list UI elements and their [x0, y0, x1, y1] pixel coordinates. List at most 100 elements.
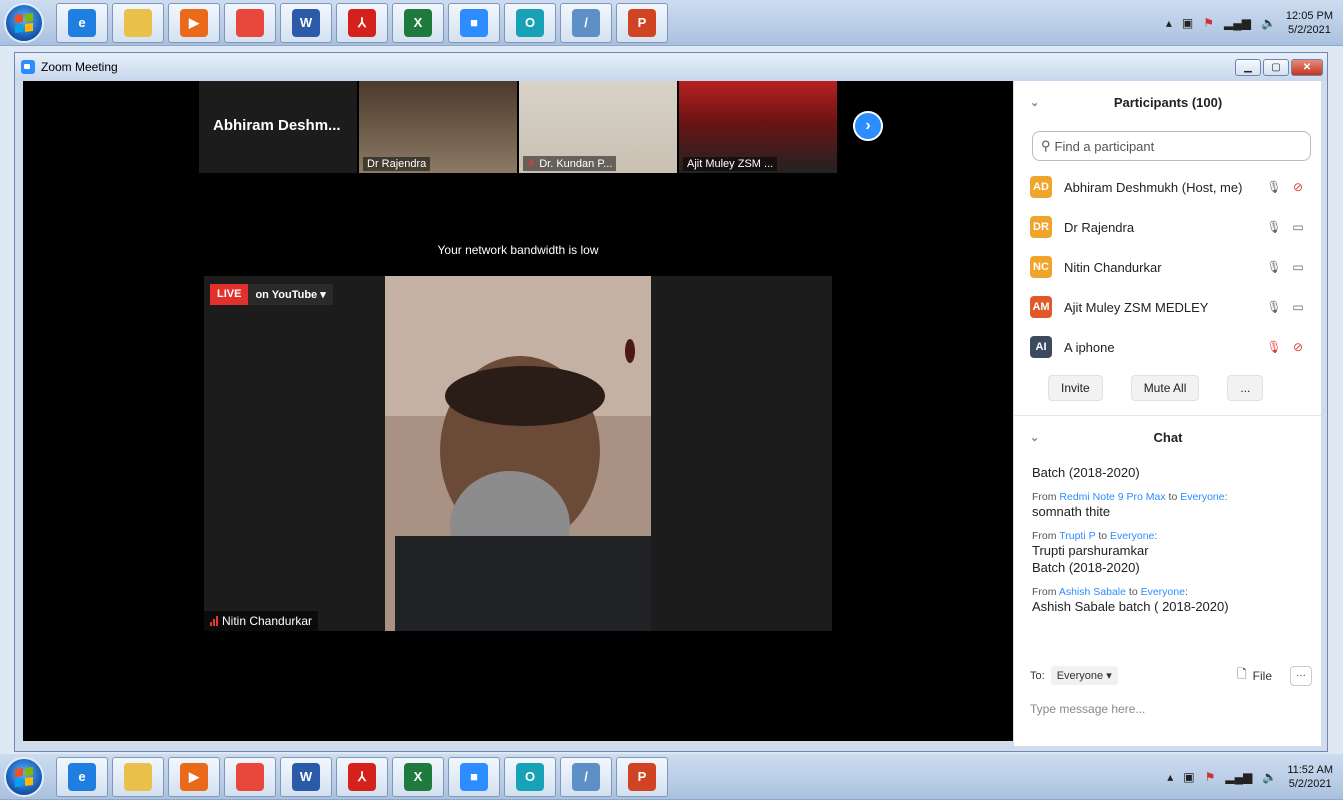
- thumb-dr-rajendra[interactable]: Dr Rajendra: [359, 81, 517, 173]
- window-titlebar[interactable]: Zoom Meeting ▁ ▢ ✕: [15, 53, 1327, 81]
- taskbar-app-button[interactable]: W: [280, 756, 332, 797]
- taskbar-app-button[interactable]: P: [616, 2, 668, 43]
- chat-recipient[interactable]: Everyone: [1141, 586, 1185, 598]
- participant-name: Dr Rajendra: [1064, 219, 1135, 235]
- camera-icon[interactable]: ▭: [1289, 260, 1307, 274]
- thumb-ajit-muley[interactable]: Ajit Muley ZSM ...: [679, 81, 837, 173]
- side-panel: ⌄ Participants (100) ⚲ Find a participan…: [1013, 81, 1321, 746]
- invite-button[interactable]: Invite: [1048, 375, 1103, 401]
- participant-row[interactable]: NC Nitin Chandurkar 🎙 ▭: [1030, 247, 1307, 287]
- app-note-icon: /: [572, 8, 600, 37]
- powerpoint-icon: P: [628, 762, 656, 791]
- chat-more-button[interactable]: ···: [1290, 665, 1312, 686]
- participant-row[interactable]: DR Dr Rajendra 🎙 ▭: [1030, 207, 1307, 247]
- taskbar-app-button[interactable]: [224, 756, 276, 797]
- participant-row[interactable]: AI A iphone 🎙 ⊘: [1030, 327, 1307, 367]
- windows-logo-icon: [15, 766, 33, 787]
- video-area: Abhiram Deshm... Dr Rajendra ✗ Dr. Kundan…: [23, 81, 1013, 741]
- chat-message-text: Trupti parshuramkar: [1032, 543, 1149, 558]
- chat-sender[interactable]: Ashish Sabale: [1059, 586, 1126, 598]
- participant-row[interactable]: AM Ajit Muley ZSM MEDLEY 🎙 ▭: [1030, 287, 1307, 327]
- live-indicator[interactable]: LIVE on YouTube ▾: [210, 284, 333, 305]
- tray-volume-icon[interactable]: 🔈: [1261, 16, 1276, 30]
- taskbar-app-button[interactable]: e: [56, 2, 108, 43]
- participant-row[interactable]: AD Abhiram Deshmukh (Host, me) 🎙 ⊘: [1030, 167, 1307, 207]
- avatar: AI: [1030, 336, 1052, 358]
- clock[interactable]: 11:52 AM 5/2/2021: [1287, 763, 1333, 791]
- collapse-chat-icon[interactable]: ⌄: [1030, 431, 1039, 444]
- maximize-button[interactable]: ▢: [1263, 58, 1289, 76]
- taskbar-app-button[interactable]: X: [392, 2, 444, 43]
- chat-message-text: somnath thite: [1032, 504, 1111, 519]
- chat-recipient[interactable]: Everyone: [1180, 491, 1224, 503]
- microphone-icon[interactable]: 🎙: [1265, 340, 1283, 354]
- taskbar-app-button[interactable]: ▶: [168, 756, 220, 797]
- microphone-icon[interactable]: 🎙: [1265, 180, 1283, 194]
- participants-actions: Invite Mute All ...: [1014, 367, 1321, 401]
- close-button[interactable]: ✕: [1291, 58, 1323, 76]
- microphone-icon[interactable]: 🎙: [1265, 220, 1283, 234]
- recipient-select[interactable]: Everyone ▾: [1050, 666, 1118, 685]
- more-options-button[interactable]: ...: [1227, 375, 1264, 401]
- camera-icon[interactable]: ▭: [1289, 300, 1307, 314]
- taskbar-app-button[interactable]: O: [504, 756, 556, 797]
- tray-network-icon[interactable]: ▂▄▆: [1224, 16, 1251, 30]
- speaker-image: [385, 276, 651, 631]
- taskbar-app-button[interactable]: ⅄: [336, 2, 388, 43]
- clock[interactable]: 12:05 PM 5/2/2021: [1286, 9, 1333, 37]
- next-page-button[interactable]: ›: [853, 111, 883, 141]
- thumb-dr-kundan[interactable]: ✗ Dr. Kundan P...: [519, 81, 677, 173]
- collapse-participants-icon[interactable]: ⌄: [1030, 96, 1039, 109]
- taskbar-app-button[interactable]: ⅄: [336, 756, 388, 797]
- camera-icon[interactable]: ⊘: [1289, 180, 1307, 194]
- taskbar-app-button[interactable]: W: [280, 2, 332, 43]
- tray-network-icon[interactable]: ▂▄▆: [1225, 770, 1252, 784]
- taskbar-app-button[interactable]: /: [560, 2, 612, 43]
- camera-icon[interactable]: ⊘: [1289, 340, 1307, 354]
- tray-up-arrow-icon[interactable]: ▴: [1167, 770, 1173, 784]
- active-speaker-video[interactable]: LIVE on YouTube ▾ Nitin Chandurkar: [204, 276, 832, 631]
- mute-all-button[interactable]: Mute All: [1130, 375, 1200, 401]
- clock-date: 5/2/2021: [1288, 23, 1331, 36]
- chat-recipient[interactable]: Everyone: [1110, 530, 1154, 542]
- microphone-icon[interactable]: 🎙: [1265, 300, 1283, 314]
- avatar: DR: [1030, 216, 1052, 238]
- chat-sender[interactable]: Trupti P: [1059, 530, 1095, 542]
- zoom-icon: ■: [460, 762, 488, 791]
- taskbar-app-button[interactable]: [112, 2, 164, 43]
- avatar: AD: [1030, 176, 1052, 198]
- taskbar-app-button[interactable]: ■: [448, 756, 500, 797]
- taskbar-app-button[interactable]: /: [560, 756, 612, 797]
- thumb-abhiram[interactable]: Abhiram Deshm...: [199, 81, 357, 173]
- chat-sender[interactable]: Redmi Note 9 Pro Max: [1059, 491, 1165, 503]
- tray-flag-icon[interactable]: ⚑: [1203, 16, 1214, 30]
- app-note-icon: /: [572, 762, 600, 791]
- chat-message-meta: From Trupti P to Everyone:: [1032, 530, 1158, 542]
- tray-up-arrow-icon[interactable]: ▴: [1166, 16, 1172, 30]
- chat-message-input[interactable]: Type message here...: [1014, 686, 1322, 732]
- thumb-label: Dr. Kundan P...: [539, 158, 613, 170]
- live-target[interactable]: on YouTube ▾: [248, 284, 333, 305]
- participant-search-input[interactable]: ⚲ Find a participant: [1032, 131, 1311, 161]
- taskbar-app-button[interactable]: e: [56, 756, 108, 797]
- taskbar-app-button[interactable]: O: [504, 2, 556, 43]
- microphone-icon[interactable]: 🎙: [1265, 260, 1283, 274]
- tray-flag-icon[interactable]: ⚑: [1205, 770, 1216, 784]
- taskbar-app-button[interactable]: P: [616, 756, 668, 797]
- taskbar-app-button[interactable]: ■: [448, 2, 500, 43]
- camera-icon[interactable]: ▭: [1289, 220, 1307, 234]
- tray-volume-icon[interactable]: 🔈: [1262, 770, 1277, 784]
- tray-device-icon[interactable]: ▣: [1183, 770, 1194, 784]
- taskbar-app-button[interactable]: [224, 2, 276, 43]
- participants-title: Participants (100): [1113, 94, 1223, 110]
- minimize-button[interactable]: ▁: [1235, 58, 1261, 76]
- file-button[interactable]: 🗋 File: [1237, 665, 1272, 686]
- taskbar-app-button[interactable]: ▶: [168, 2, 220, 43]
- taskbar-app-button[interactable]: X: [392, 756, 444, 797]
- start-button[interactable]: [4, 756, 44, 797]
- file-label: File: [1252, 668, 1272, 683]
- windows-logo-icon: [15, 12, 33, 33]
- taskbar-app-button[interactable]: [112, 756, 164, 797]
- tray-device-icon[interactable]: ▣: [1182, 16, 1193, 30]
- start-button[interactable]: [4, 2, 44, 43]
